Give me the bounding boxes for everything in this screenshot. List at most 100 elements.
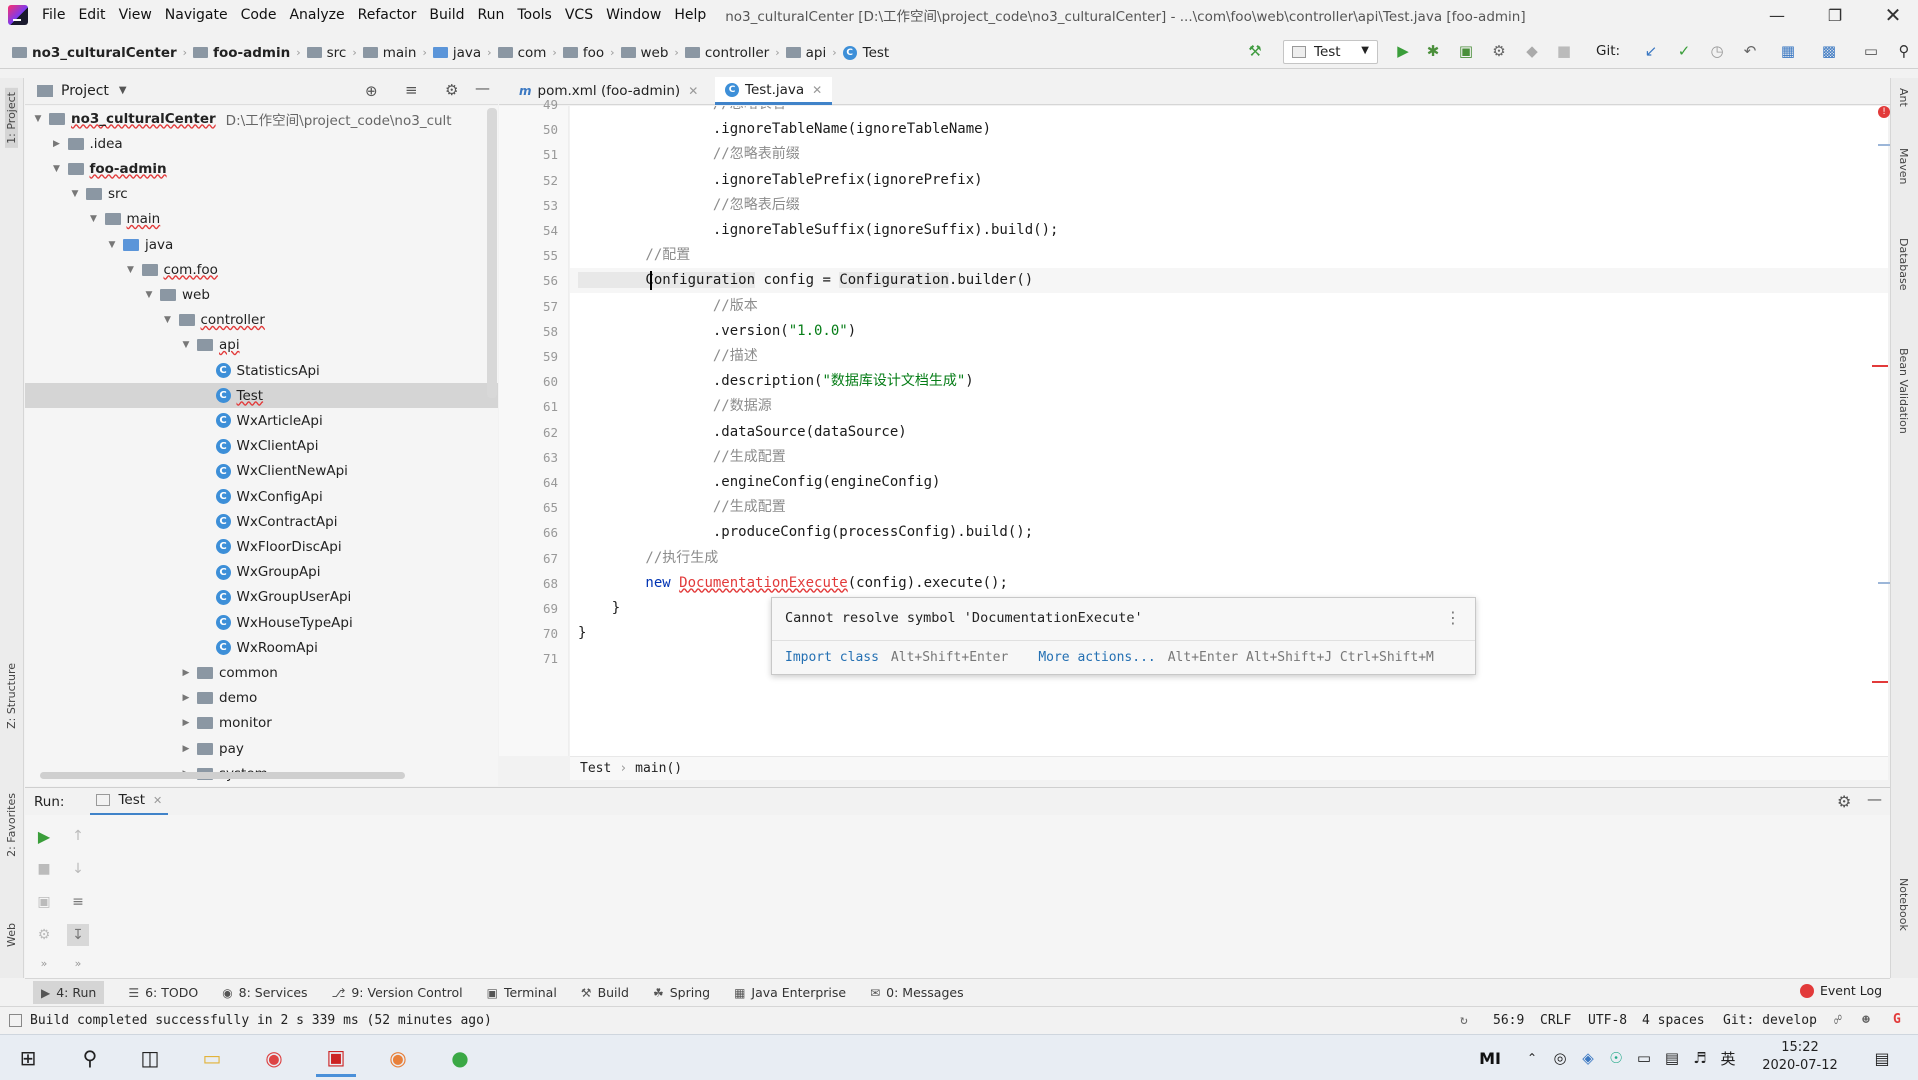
- breadcrumb-class[interactable]: Test: [580, 761, 611, 776]
- expanded-arrow-icon[interactable]: ▼: [50, 164, 64, 174]
- gear-icon[interactable]: ⚙: [445, 81, 458, 99]
- toggle-tool-windows-icon[interactable]: [9, 1014, 22, 1027]
- chrome-icon[interactable]: ◉: [254, 1039, 294, 1077]
- collapsed-arrow-icon[interactable]: ▶: [179, 668, 193, 678]
- project-scrollbar[interactable]: [487, 108, 497, 398]
- breadcrumb-controller[interactable]: controller ›: [684, 45, 780, 61]
- menu-window[interactable]: Window: [606, 7, 661, 23]
- breadcrumb-test[interactable]: C Test: [842, 45, 889, 61]
- tree-item[interactable]: C WxGroupUserApi: [25, 585, 498, 610]
- git-branch[interactable]: Git: develop: [1723, 1013, 1817, 1028]
- expand-icon[interactable]: »: [33, 952, 55, 974]
- tree-item[interactable]: C Test: [25, 383, 498, 409]
- tab-pom-xml[interactable]: m pom.xml (foo-admin) ✕: [509, 77, 708, 105]
- code-line[interactable]: .ignoreTablePrefix(ignorePrefix): [570, 168, 1888, 193]
- expanded-arrow-icon[interactable]: ▼: [31, 114, 45, 124]
- code-line[interactable]: //忽略表名: [570, 106, 1888, 117]
- collapsed-arrow-icon[interactable]: ▶: [179, 718, 193, 728]
- browser-icon[interactable]: ◉: [378, 1039, 418, 1077]
- run-config-select[interactable]: Test ▼: [1283, 40, 1378, 64]
- caret-position[interactable]: 56:9: [1493, 1013, 1524, 1028]
- tool-tab-todo[interactable]: ☰ 6: TODO: [128, 985, 198, 1000]
- breadcrumb-method[interactable]: main(): [635, 761, 682, 776]
- camera-icon[interactable]: ▣: [33, 891, 55, 913]
- tree-item[interactable]: ▶ pay: [25, 736, 498, 761]
- lock-icon[interactable]: ☍: [1834, 1013, 1842, 1028]
- event-log-tab[interactable]: Event Log: [1800, 983, 1882, 998]
- tree-item[interactable]: ▼ main: [25, 207, 498, 232]
- tool-tab-javaee[interactable]: ▦ Java Enterprise: [734, 985, 846, 1000]
- expanded-arrow-icon[interactable]: ▼: [105, 240, 119, 250]
- web-tool-tab[interactable]: Web: [5, 923, 18, 947]
- line-separator[interactable]: CRLF: [1540, 1013, 1571, 1028]
- code-line[interactable]: //版本: [570, 294, 1888, 319]
- tree-item[interactable]: C WxGroupApi: [25, 560, 498, 585]
- attach-icon[interactable]: ◆: [1521, 40, 1543, 62]
- run-icon[interactable]: ▶: [1392, 40, 1414, 62]
- up-arrow-icon[interactable]: ↑: [67, 825, 89, 847]
- expanded-arrow-icon[interactable]: ▼: [142, 290, 156, 300]
- tree-item[interactable]: ▼ api: [25, 333, 498, 358]
- tool-tab-vcs[interactable]: ⎇ 9: Version Control: [332, 985, 463, 1000]
- git-commit-icon[interactable]: ✓: [1673, 40, 1695, 62]
- hide-panel-icon[interactable]: —: [475, 79, 490, 97]
- locate-icon[interactable]: ⊕: [365, 82, 378, 100]
- tree-item[interactable]: ▶ monitor: [25, 711, 498, 736]
- stop-icon[interactable]: ■: [1553, 40, 1575, 62]
- breadcrumb-src[interactable]: src ›: [306, 45, 357, 61]
- bean-validation-tool-tab[interactable]: Bean Validation: [1897, 348, 1910, 434]
- project-tool-tab[interactable]: 1: Project: [5, 88, 18, 148]
- tree-item[interactable]: C WxClientApi: [25, 434, 498, 459]
- code-line[interactable]: //描述: [570, 344, 1888, 369]
- expanded-arrow-icon[interactable]: ▼: [124, 265, 138, 275]
- coverage-icon[interactable]: ▣: [1455, 40, 1477, 62]
- presentation-icon[interactable]: ▭: [1860, 40, 1882, 62]
- tree-item[interactable]: ▼ foo-admin: [25, 156, 498, 181]
- menu-vcs[interactable]: VCS: [565, 7, 593, 23]
- code-line[interactable]: new DocumentationExecute(config).execute…: [570, 571, 1888, 596]
- search-everywhere-icon[interactable]: ⚲: [1893, 40, 1915, 62]
- code-line[interactable]: //忽略表后缀: [570, 193, 1888, 218]
- menu-navigate[interactable]: Navigate: [165, 7, 228, 23]
- menu-file[interactable]: File: [42, 7, 65, 23]
- git-rollback-icon[interactable]: ↶: [1739, 40, 1761, 62]
- expand-icon[interactable]: »: [67, 952, 89, 974]
- run-tab-test[interactable]: Test ✕: [90, 788, 169, 816]
- stop-icon[interactable]: ■: [33, 858, 55, 880]
- tree-item[interactable]: ▶ .idea: [25, 131, 498, 156]
- tree-item[interactable]: ▼ web: [25, 282, 498, 307]
- code-line[interactable]: .description("数据库设计文档生成"): [570, 369, 1888, 394]
- tool-tab-run[interactable]: ▶ 4: Run: [33, 981, 105, 1004]
- menu-edit[interactable]: Edit: [78, 7, 105, 23]
- tree-item[interactable]: ▼ src: [25, 182, 498, 207]
- tree-item[interactable]: ▶ common: [25, 660, 498, 685]
- expanded-arrow-icon[interactable]: ▼: [161, 315, 175, 325]
- code-line[interactable]: //数据源: [570, 394, 1888, 419]
- code-line[interactable]: //配置: [570, 243, 1888, 268]
- menu-code[interactable]: Code: [241, 7, 277, 23]
- tree-item[interactable]: C WxHouseTypeApi: [25, 610, 498, 635]
- menu-refactor[interactable]: Refactor: [358, 7, 417, 23]
- wechat-icon[interactable]: ●: [440, 1039, 480, 1077]
- project-view-select[interactable]: Project: [61, 83, 109, 99]
- favorites-tool-tab[interactable]: 2: Favorites: [5, 793, 18, 857]
- close-icon[interactable]: ✕: [812, 83, 822, 97]
- profile-icon[interactable]: ⚙: [1488, 40, 1510, 62]
- stripe-mark[interactable]: [1878, 582, 1890, 584]
- ime-indicator[interactable]: 英: [1708, 1039, 1748, 1077]
- search-icon[interactable]: ⚲: [70, 1039, 110, 1077]
- breadcrumb-com[interactable]: com ›: [497, 45, 557, 61]
- tool-tab-messages[interactable]: ✉ 0: Messages: [870, 985, 964, 1000]
- project-structure-icon[interactable]: ▦: [1777, 40, 1799, 62]
- inspector-icon[interactable]: ☻: [1862, 1013, 1870, 1028]
- collapsed-arrow-icon[interactable]: ▶: [179, 693, 193, 703]
- menu-analyze[interactable]: Analyze: [289, 7, 344, 23]
- breadcrumb-foo[interactable]: foo ›: [562, 45, 615, 61]
- more-actions-link[interactable]: More actions...: [1038, 650, 1155, 665]
- code-line[interactable]: //执行生成: [570, 546, 1888, 571]
- error-mark[interactable]: [1872, 681, 1888, 683]
- code-line[interactable]: .ignoreTableSuffix(ignoreSuffix).build()…: [570, 218, 1888, 243]
- tree-item[interactable]: C StatisticsApi: [25, 358, 498, 383]
- tree-item[interactable]: C WxClientNewApi: [25, 459, 498, 484]
- menu-build[interactable]: Build: [429, 7, 464, 23]
